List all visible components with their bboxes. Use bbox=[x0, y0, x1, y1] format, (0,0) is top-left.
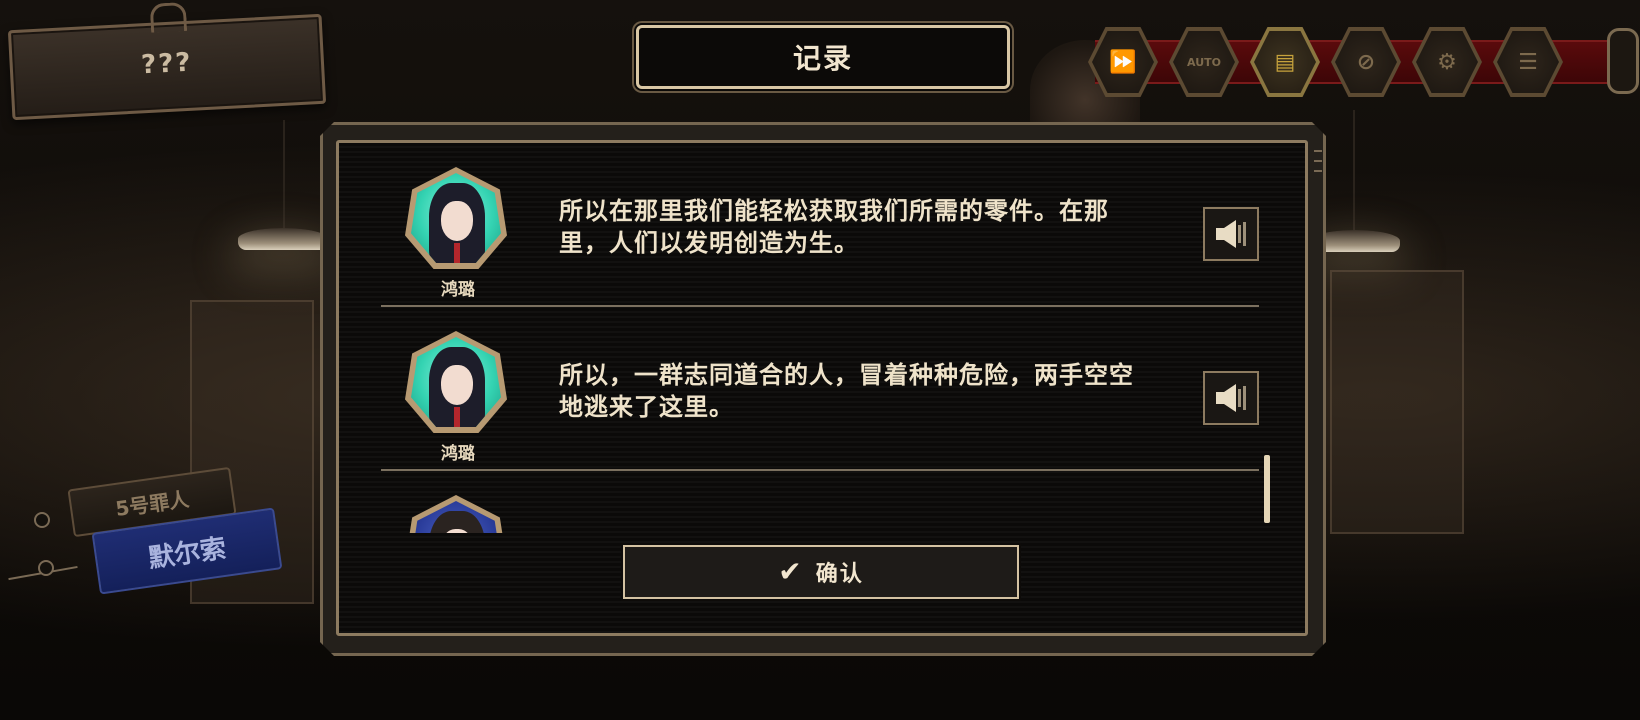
log-icon: ▤ bbox=[1274, 49, 1296, 75]
lamp-cord bbox=[1353, 110, 1355, 230]
confirm-label: 确认 bbox=[815, 562, 864, 587]
log-list[interactable]: 鸿璐 所以在那里我们能轻松获取我们所需的零件。在那里，人们以发明创造为生。 鸿璐… bbox=[339, 143, 1279, 533]
play-voice-button[interactable] bbox=[1203, 207, 1259, 261]
play-voice-button[interactable] bbox=[1203, 371, 1259, 425]
speaker-portrait-frame bbox=[405, 331, 507, 433]
nameplate-label: ??? bbox=[140, 47, 194, 81]
frame-ornament bbox=[1314, 160, 1322, 162]
dialogue-text: 所以在那里我们能轻松获取我们所需的零件。在那里，人们以发明创造为生。 bbox=[559, 197, 1109, 257]
speaker-name: 鸿璐 bbox=[441, 444, 475, 464]
log-scrollbar-thumb[interactable] bbox=[1264, 455, 1270, 523]
ceiling-lamp-left bbox=[238, 228, 328, 250]
frame-ornament bbox=[1314, 150, 1322, 152]
hide-ui-icon: ⊘ bbox=[1356, 49, 1376, 75]
tag-chain-ring bbox=[34, 512, 50, 528]
side-handle[interactable] bbox=[1607, 28, 1639, 94]
log-dialog: 鸿璐 所以在那里我们能轻松获取我们所需的零件。在那里，人们以发明创造为生。 鸿璐… bbox=[336, 140, 1308, 636]
check-icon: ✔ bbox=[778, 555, 802, 588]
frame-ornament bbox=[1314, 170, 1322, 172]
auto-icon: AUTO bbox=[1187, 55, 1221, 69]
log-entry: 鸿璐 所以在那里我们能轻松获取我们所需的零件。在那里，人们以发明创造为生。 bbox=[381, 143, 1259, 307]
speaker-name: 鸿璐 bbox=[441, 280, 475, 300]
dialog-title-tab: 记录 bbox=[636, 25, 1010, 89]
speaker-portrait bbox=[411, 337, 501, 427]
menu-icon: ☰ bbox=[1518, 49, 1538, 75]
gear-icon: ⚙ bbox=[1437, 49, 1457, 75]
fast-forward-icon: ⏩ bbox=[1109, 49, 1137, 75]
dialog-title: 记录 bbox=[792, 42, 853, 75]
speaker-icon bbox=[1216, 220, 1246, 248]
speaker-nameplate: ??? bbox=[7, 1, 327, 121]
nameplate-hook bbox=[149, 1, 188, 33]
log-entry bbox=[381, 471, 1259, 533]
speaker-portrait-frame bbox=[405, 167, 507, 269]
dialogue-text: 所以，一群志同道合的人，冒着种种危险，两手空空地逃来了这里。 bbox=[559, 361, 1134, 421]
confirm-button[interactable]: ✔ 确认 bbox=[623, 545, 1019, 599]
background-shelf bbox=[1330, 270, 1464, 534]
speaker-icon bbox=[1216, 384, 1246, 412]
speaker-portrait bbox=[411, 173, 501, 263]
speaker-portrait bbox=[411, 501, 501, 533]
lamp-cord bbox=[283, 120, 285, 230]
speaker-portrait-frame bbox=[405, 495, 507, 533]
tag-chain-ring bbox=[38, 560, 54, 576]
log-entry: 鸿璐 所以，一群志同道合的人，冒着种种危险，两手空空地逃来了这里。 bbox=[381, 307, 1259, 471]
